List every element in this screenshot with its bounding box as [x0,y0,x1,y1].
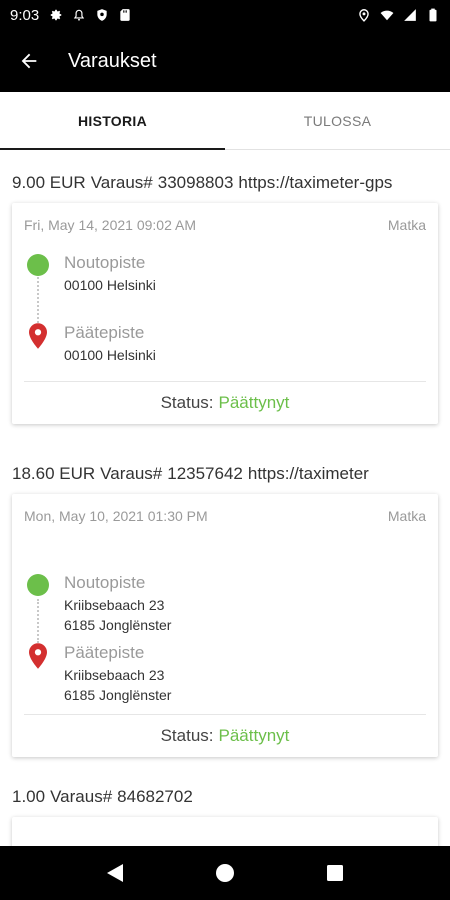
booking-price: 1.00 [12,787,46,806]
dropoff-stop: Päätepiste Kriibsebaach 23 6185 Jonglëns… [24,641,171,705]
nav-home-button[interactable] [205,853,245,893]
booking-item[interactable]: 9.00 EUR Varaus# 33098803 https://taxime… [0,163,450,424]
tab-historia[interactable]: HISTORIA [0,92,225,150]
booking-price: 18.60 EUR [12,464,96,483]
settings-icon [50,9,62,21]
arrow-back-icon [21,53,37,69]
dropoff-stop: Päätepiste 00100 Helsinki [24,321,156,365]
dropoff-address: 00100 Helsinki [64,347,156,363]
content-area: HISTORIA TULOSSA 9.00 EUR Varaus# 330988… [0,92,450,846]
status-row: Status: Päättynyt [24,715,426,757]
status-label: Status: [160,393,214,412]
wifi-icon [380,10,394,21]
triangle-back-icon [107,864,123,882]
pickup-dot-icon [27,574,49,596]
booking-price: 9.00 EUR [12,173,86,192]
booking-label: Varaus# [50,787,113,806]
pickup-label: Noutopiste [64,573,146,592]
booking-header: 9.00 EUR Varaus# 33098803 https://taxime… [0,163,450,203]
booking-item[interactable]: 1.00 Varaus# 84682702 [0,777,450,846]
booking-date: Mon, May 10, 2021 01:30 PM [24,508,208,524]
booking-label: Varaus# [100,464,163,483]
booking-number: 84682702 [117,787,193,806]
status-bar: 9:03 [0,0,450,30]
dropoff-address-line2: 6185 Jonglënster [64,687,172,703]
nav-recents-button[interactable] [315,853,355,893]
booking-item[interactable]: 18.60 EUR Varaus# 12357642 https://taxim… [0,454,450,757]
pickup-stop: Noutopiste Kriibsebaach 23 6185 Jonglëns… [24,571,171,635]
booking-header: 18.60 EUR Varaus# 12357642 https://taxim… [0,454,450,494]
booking-card[interactable] [12,817,438,846]
status-time: 9:03 [10,6,40,24]
pickup-address-line1: Kriibsebaach 23 [64,597,165,613]
system-nav-bar [0,846,450,900]
pickup-address-line2: 6185 Jonglënster [64,617,172,633]
circle-home-icon [216,864,234,882]
back-button[interactable] [0,30,58,92]
booking-link[interactable]: https://taximeter [248,464,369,484]
pickup-stop: Noutopiste 00100 Helsinki [24,251,156,295]
booking-number: 33098803 [157,173,234,192]
booking-header: 1.00 Varaus# 84682702 [0,777,450,817]
shield-icon [97,9,107,21]
square-recents-icon [327,865,343,881]
booking-number: 12357642 [167,464,243,483]
dropoff-label: Päätepiste [64,323,145,342]
nav-back-button[interactable] [95,853,135,893]
pickup-label: Noutopiste [64,253,146,272]
sd-card-icon [120,9,130,21]
dropoff-address-line1: Kriibsebaach 23 [64,667,165,683]
booking-card[interactable]: Mon, May 10, 2021 01:30 PM Matka Noutopi… [12,494,438,757]
booking-link[interactable]: https://taximeter-gps [238,173,392,193]
status-value: Päättynyt [218,726,290,745]
dropoff-label: Päätepiste [64,643,145,662]
booking-type: Matka [387,508,426,524]
app-bar: Varaukset [0,30,450,92]
booking-type: Matka [387,217,426,233]
location-pin-icon [29,323,47,349]
notification-icon [74,9,85,21]
status-value: Päättynyt [218,393,290,412]
battery-icon [429,8,437,22]
status-row: Status: Päättynyt [24,382,426,424]
pickup-dot-icon [27,254,49,276]
status-label: Status: [160,726,214,745]
tab-bar: HISTORIA TULOSSA [0,92,450,150]
booking-label: Varaus# [90,173,153,192]
pickup-address: 00100 Helsinki [64,277,156,293]
booking-date: Fri, May 14, 2021 09:02 AM [24,217,196,233]
page-title: Varaukset [68,49,157,72]
booking-card[interactable]: Fri, May 14, 2021 09:02 AM Matka Noutopi… [12,203,438,424]
tab-tulossa[interactable]: TULOSSA [225,92,450,149]
location-icon [359,9,369,22]
signal-icon [404,9,416,21]
location-pin-icon [29,643,47,669]
